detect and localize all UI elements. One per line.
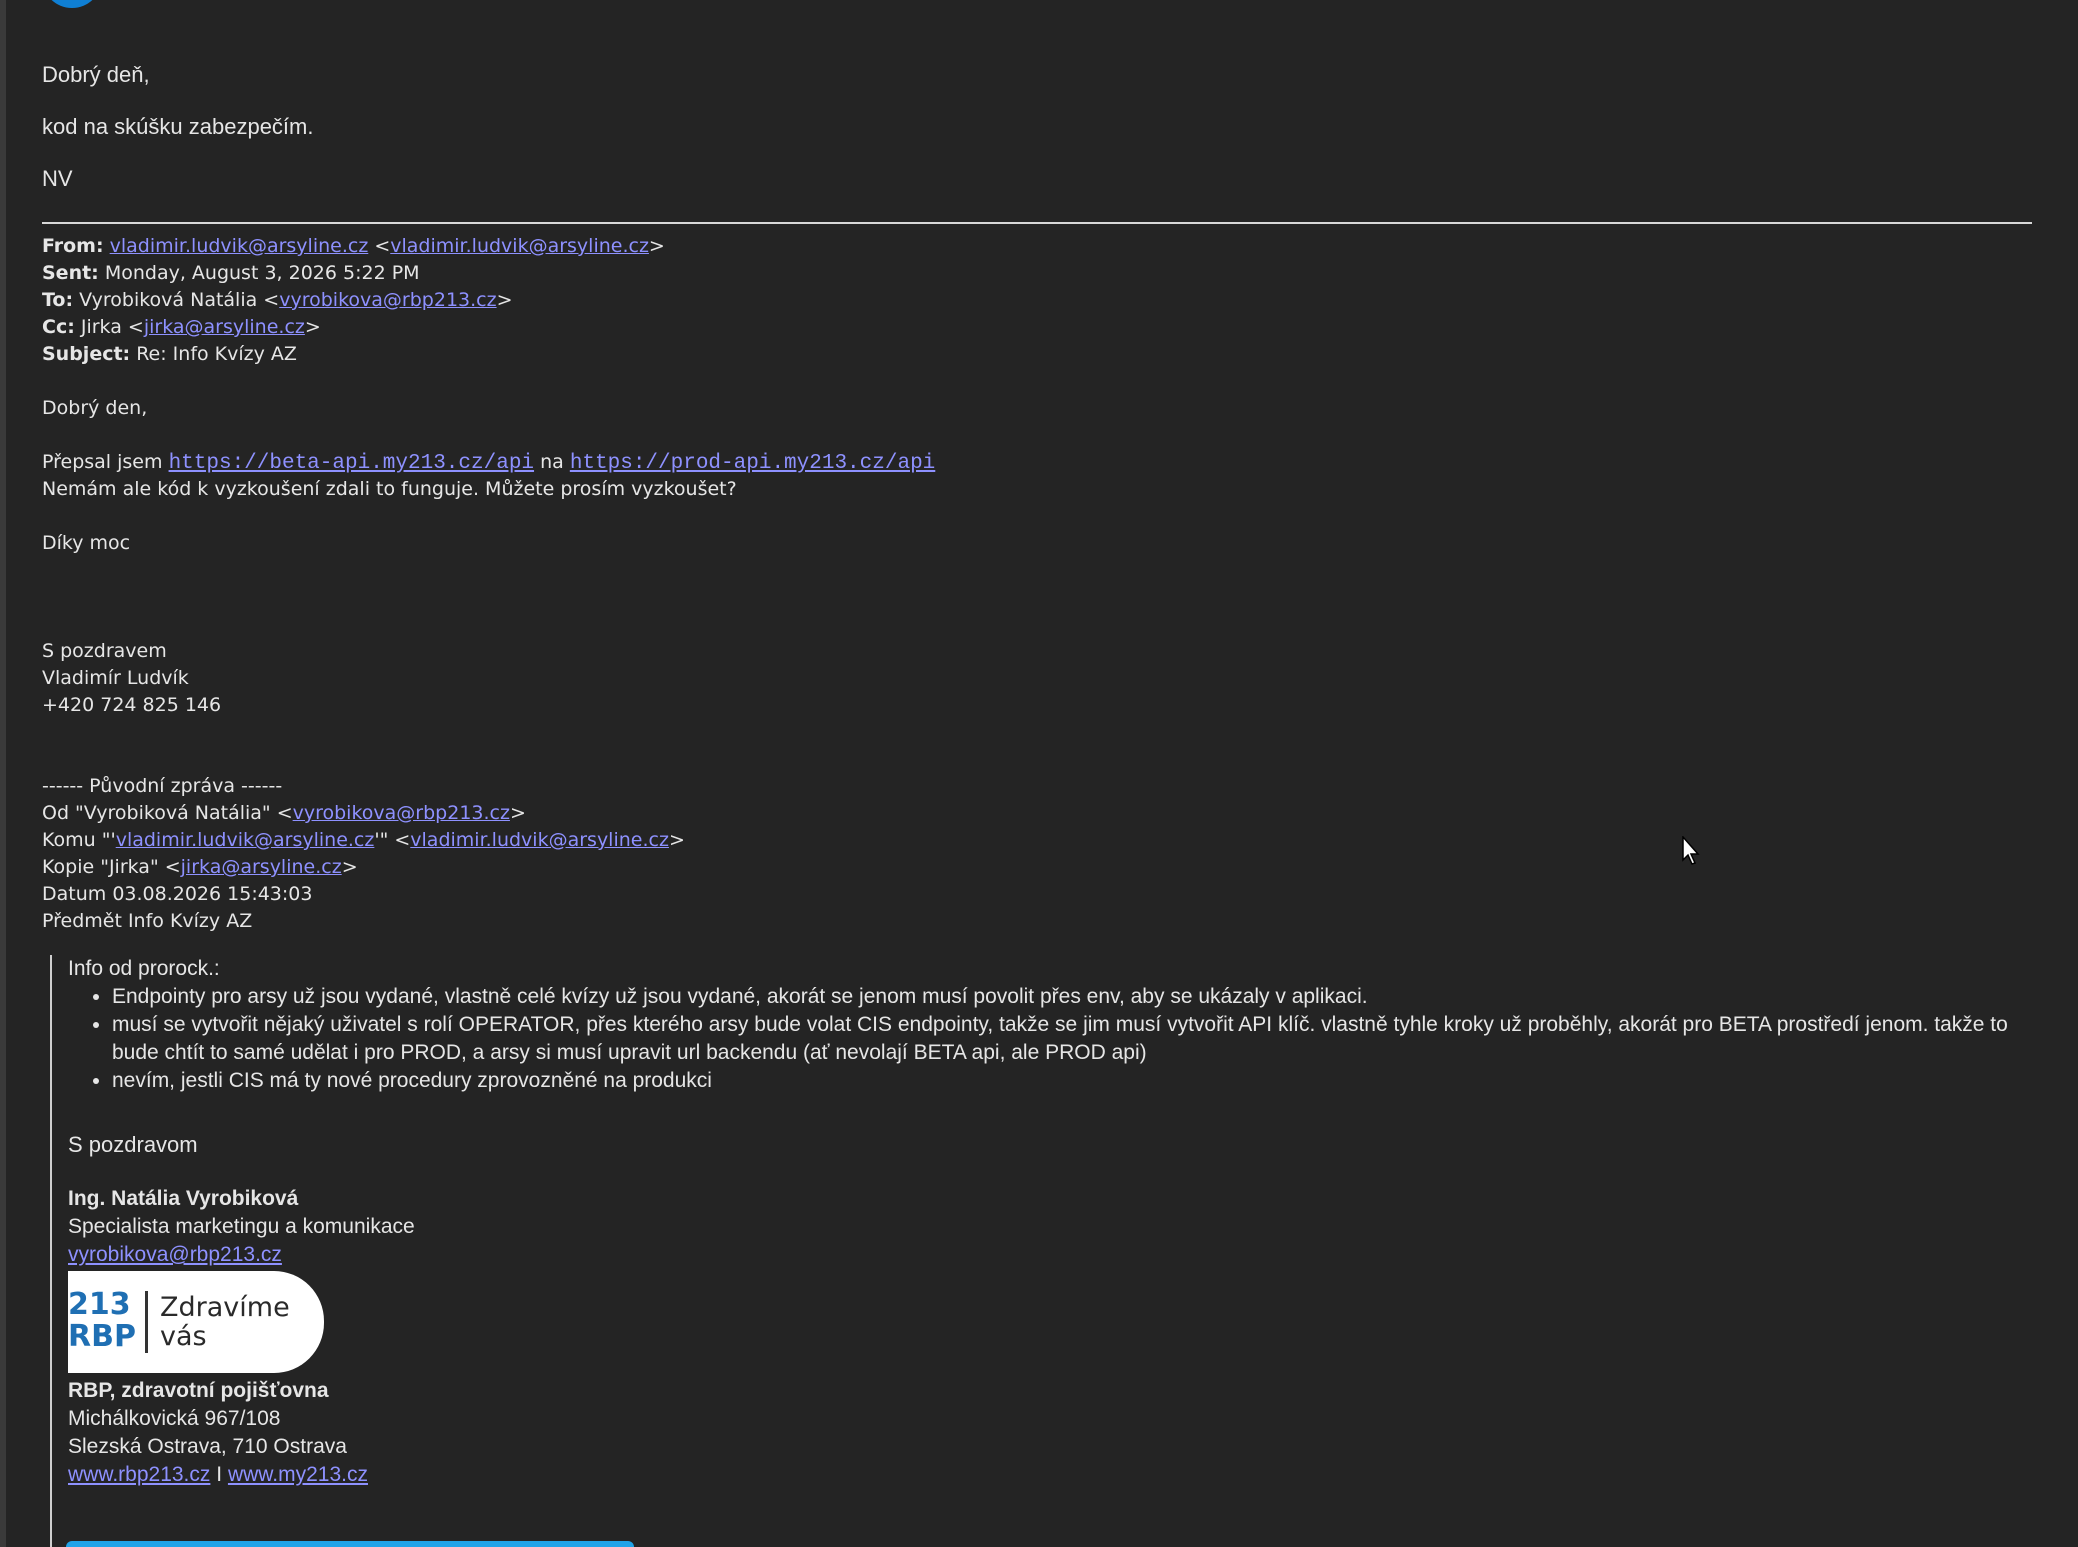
komu-email-link-2[interactable]: vladimir.ludvik@arsyline.cz	[410, 829, 669, 851]
pane-left-border	[0, 0, 6, 1547]
web-link-rbp213[interactable]: www.rbp213.cz	[68, 1463, 210, 1486]
logo-mark: 213 RBP	[68, 1287, 136, 1354]
company-name: RBP, zdravotní pojišťovna	[68, 1379, 329, 1402]
sent-value: Monday, August 3, 2026 5:22 PM	[104, 262, 420, 284]
reply-line: kod na skúšku zabezpečím.	[42, 114, 314, 139]
quoted-sender-name: Vladimír Ludvík	[42, 667, 189, 689]
sent-label: Sent:	[42, 262, 99, 284]
original-separator: ------ Původní zpráva ------	[42, 775, 283, 797]
company-web-row: www.rbp213.cz I www.my213.cz	[68, 1461, 2028, 1489]
komu-mid: '" <	[374, 829, 411, 851]
signature-block: Ing. Natália Vyrobiková Specialista mark…	[68, 1185, 2028, 1489]
signature-banner[interactable]	[66, 1541, 634, 1547]
komu-prefix: Komu "'	[42, 829, 116, 851]
prod-url-link[interactable]: https://prod-api.my213.cz/api	[570, 452, 935, 475]
reply-initials: NV	[42, 166, 73, 191]
original-bullet-list: Endpointy pro arsy už jsou vydané, vlast…	[68, 983, 2028, 1095]
signature-name: Ing. Natália Vyrobiková	[68, 1187, 299, 1210]
from-email-link[interactable]: vladimir.ludvik@arsyline.cz	[390, 235, 649, 257]
signature-greeting: S pozdravom	[68, 1132, 198, 1157]
rewrote-line: Přepsal jsem https://beta-api.my213.cz/a…	[42, 449, 2042, 476]
original-body: Info od prorock.: Endpointy pro arsy už …	[68, 955, 2028, 1489]
signature-email-link[interactable]: vyrobikova@rbp213.cz	[68, 1243, 282, 1266]
od-email-link[interactable]: vyrobikova@rbp213.cz	[293, 802, 510, 824]
signature-title: Specialista marketingu a komunikace	[68, 1215, 415, 1238]
mouse-cursor-icon	[1682, 836, 1700, 865]
original-intro: Info od prorock.:	[68, 957, 220, 980]
cc-email-link[interactable]: jirka@arsyline.cz	[144, 316, 305, 338]
logo-tagline: Zdravíme vás	[160, 1292, 290, 1352]
reply-greeting: Dobrý deň,	[42, 62, 150, 87]
quoted-from-row: From: vladimir.ludvik@arsyline.cz <vladi…	[42, 235, 665, 257]
original-datum: Datum 03.08.2026 15:43:03	[42, 883, 313, 905]
quoted-sent-row: Sent: Monday, August 3, 2026 5:22 PM	[42, 260, 2042, 287]
reply-body: Dobrý deň, kod na skúšku zabezpečím. NV	[42, 62, 2042, 218]
list-item: musí se vytvořit nějaký uživatel s rolí …	[112, 1011, 2028, 1067]
original-od-row: Od "Vyrobiková Natália" <vyrobikova@rbp2…	[42, 802, 526, 824]
company-address-1: Michálkovická 967/108	[68, 1407, 281, 1430]
rewrote-prefix: Přepsal jsem	[42, 451, 163, 473]
web-link-my213[interactable]: www.my213.cz	[228, 1463, 368, 1486]
list-item: nevím, jestli CIS má ty nové procedury z…	[112, 1067, 2028, 1095]
logo-separator	[145, 1291, 148, 1353]
from-name-link[interactable]: vladimir.ludvik@arsyline.cz	[110, 235, 369, 257]
to-name: Vyrobiková Natália	[79, 289, 258, 311]
email-reading-pane: Dobrý deň, kod na skúšku zabezpečím. NV …	[0, 0, 2078, 1547]
to-label: To:	[42, 289, 74, 311]
web-separator: I	[216, 1463, 223, 1486]
quote-divider	[42, 222, 2032, 224]
to-email-link[interactable]: vyrobikova@rbp213.cz	[279, 289, 496, 311]
cc-label: Cc:	[42, 316, 75, 338]
list-item: Endpointy pro arsy už jsou vydané, vlast…	[112, 983, 2028, 1011]
company-logo[interactable]: 213 RBP Zdravíme vás	[68, 1271, 324, 1373]
sender-avatar[interactable]	[42, 0, 102, 8]
cc-name: Jirka	[80, 316, 122, 338]
kopie-email-link[interactable]: jirka@arsyline.cz	[181, 856, 342, 878]
quoted-message: From: vladimir.ludvik@arsyline.cz <vladi…	[42, 233, 2042, 935]
beta-url-link[interactable]: https://beta-api.my213.cz/api	[169, 452, 534, 475]
from-label: From:	[42, 235, 104, 257]
subject-label: Subject:	[42, 343, 131, 365]
subject-value: Re: Info Kvízy AZ	[136, 343, 297, 365]
quoted-regards: S pozdravem	[42, 640, 167, 662]
quoted-greeting: Dobrý den,	[42, 397, 148, 419]
original-kopie-row: Kopie "Jirka" <jirka@arsyline.cz>	[42, 856, 358, 878]
od-prefix: Od "Vyrobiková Natália" <	[42, 802, 293, 824]
original-blockquote: Info od prorock.: Endpointy pro arsy už …	[50, 955, 2042, 1547]
company-address-2: Slezská Ostrava, 710 Ostrava	[68, 1435, 347, 1458]
quoted-cc-row: Cc: Jirka <jirka@arsyline.cz>	[42, 316, 321, 338]
rewrote-mid: na	[540, 451, 564, 473]
original-komu-row: Komu "'vladimir.ludvik@arsyline.cz'" <vl…	[42, 829, 685, 851]
quoted-subject-row: Subject: Re: Info Kvízy AZ	[42, 341, 2042, 368]
quoted-sender-phone: +420 724 825 146	[42, 694, 222, 716]
kopie-prefix: Kopie "Jirka" <	[42, 856, 181, 878]
komu-email-link-1[interactable]: vladimir.ludvik@arsyline.cz	[116, 829, 375, 851]
quoted-thanks: Díky moc	[42, 532, 131, 554]
quoted-line2: Nemám ale kód k vyzkoušení zdali to fung…	[42, 478, 737, 500]
original-predmet: Předmět Info Kvízy AZ	[42, 910, 253, 932]
quoted-to-row: To: Vyrobiková Natália <vyrobikova@rbp21…	[42, 289, 513, 311]
